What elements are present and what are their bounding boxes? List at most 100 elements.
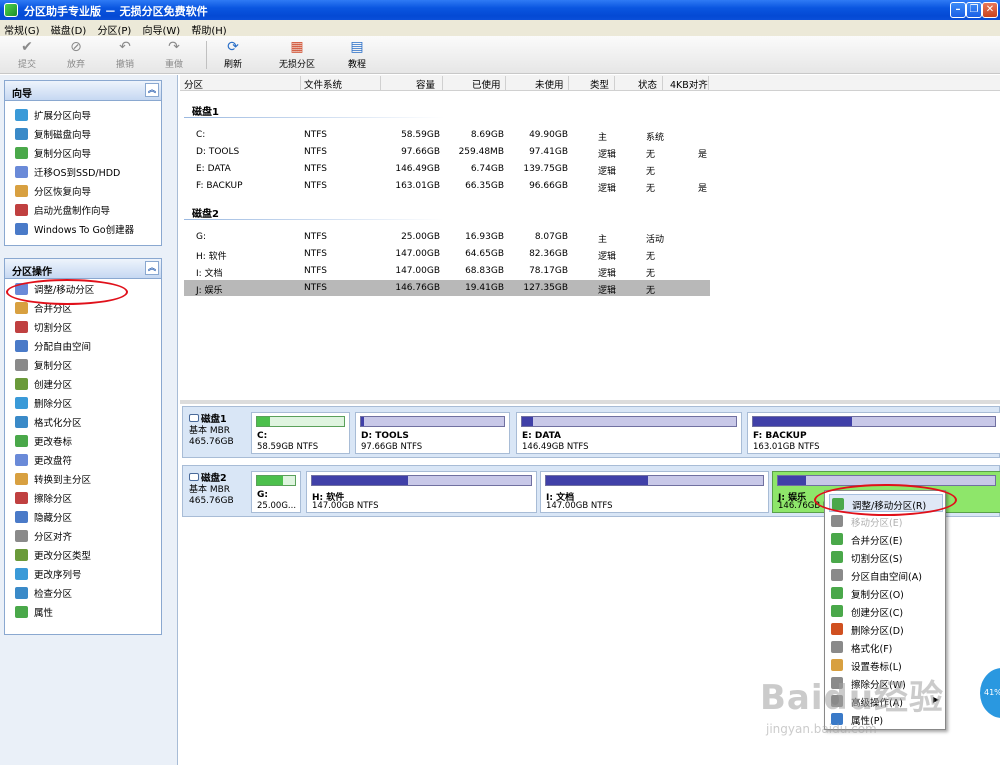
operation-item[interactable]: 擦除分区 — [5, 488, 161, 507]
undo-button[interactable]: ↶ 撤销 — [104, 39, 146, 71]
minimize-button[interactable]: – — [950, 2, 966, 18]
commit-button[interactable]: ✔ 提交 — [6, 39, 48, 71]
wizard-item[interactable]: 分区恢复向导 — [5, 181, 161, 200]
menu-disk[interactable]: 磁盘(D) — [47, 20, 91, 37]
column-header[interactable]: 未使用 — [535, 77, 564, 91]
operation-item[interactable]: 隐藏分区 — [5, 507, 161, 526]
context-menu-item-label: 删除分区(D) — [851, 626, 904, 637]
tutorial-button[interactable]: ▤ 教程 — [336, 39, 378, 71]
partition-block[interactable]: H: 软件 147.00GB NTFS — [306, 471, 537, 513]
partition-block[interactable]: I: 文档 147.00GB NTFS — [540, 471, 769, 513]
redo-icon: ↷ — [168, 39, 180, 55]
book-icon: ▤ — [350, 39, 364, 55]
partition-block[interactable]: F: BACKUP 163.01GB NTFS — [747, 412, 1000, 454]
table-row[interactable]: J: 娱乐 NTFS 146.76GB 19.41GB 127.35GB 逻辑 无 — [184, 280, 710, 296]
table-row[interactable]: C: NTFS 58.59GB 8.69GB 49.90GB 主 系统 — [184, 127, 710, 143]
table-cell: G: — [196, 232, 207, 242]
partition-table: 分区 文件系统 容量 已使用 未使用 类型 状态 4KB对齐 磁盘1 C: NTFS… — [180, 75, 1000, 400]
context-menu-item[interactable]: 合并分区(E) — [829, 530, 943, 548]
wizard-item-label: 分区恢复向导 — [34, 187, 92, 198]
table-cell: E: DATA — [196, 164, 231, 174]
table-cell: 无 — [646, 286, 656, 296]
table-row[interactable]: E: DATA NTFS 146.49GB 6.74GB 139.75GB 逻辑 无 — [184, 161, 710, 177]
operation-item[interactable]: 更改序列号 — [5, 564, 161, 583]
table-cell: NTFS — [304, 266, 327, 276]
operation-item[interactable]: 删除分区 — [5, 393, 161, 412]
disk-map-row[interactable]: 磁盘1 基本 MBR 465.76GB C: 58.59GB NTFS D: TOOLS 9… — [182, 406, 1000, 458]
operation-item[interactable]: 转换到主分区 — [5, 469, 161, 488]
refresh-button[interactable]: ⟳ 刷新 — [212, 39, 254, 71]
menu-help[interactable]: 帮助(H) — [187, 20, 230, 37]
table-row[interactable]: I: 文档 NTFS 147.00GB 68.83GB 78.17GB 逻辑 无 — [184, 263, 710, 279]
operation-item[interactable]: 更改卷标 — [5, 431, 161, 450]
column-header[interactable]: 文件系统 — [304, 77, 342, 91]
table-cell: 逻辑 — [598, 167, 617, 177]
table-cell: 8.69GB — [470, 130, 504, 140]
partition-block[interactable]: D: TOOLS 97.66GB NTFS — [355, 412, 510, 454]
table-cell: 147.00GB — [395, 249, 440, 259]
table-cell: 58.59GB — [401, 130, 440, 140]
wizard-panel-header: 向导 ︽ — [5, 81, 161, 101]
context-menu-item[interactable]: 格式化(F) — [829, 638, 943, 656]
operation-item[interactable]: 更改盘符 — [5, 450, 161, 469]
context-menu-item[interactable]: 创建分区(C) — [829, 602, 943, 620]
operation-item[interactable]: 属性 — [5, 602, 161, 621]
wizard-item[interactable]: 复制磁盘向导 — [5, 124, 161, 143]
menu-wizard[interactable]: 向导(W) — [138, 20, 184, 37]
wizard-item[interactable]: 扩展分区向导 — [5, 105, 161, 124]
wizard-item-label: 复制分区向导 — [34, 149, 92, 160]
operation-item[interactable]: 更改分区类型 — [5, 545, 161, 564]
table-cell: 主 — [598, 133, 608, 143]
context-menu-item[interactable]: 复制分区(O) — [829, 584, 943, 602]
table-row[interactable]: G: NTFS 25.00GB 16.93GB 8.07GB 主 活动 — [184, 229, 710, 245]
operation-item[interactable]: 切割分区 — [5, 317, 161, 336]
maximize-button[interactable]: ❐ — [966, 2, 982, 18]
table-cell: H: 软件 — [196, 252, 227, 262]
redo-button[interactable]: ↷ 重做 — [153, 39, 195, 71]
collapse-icon[interactable]: ︽ — [145, 261, 159, 275]
context-menu-item[interactable]: 切割分区(S) — [829, 548, 943, 566]
discard-button[interactable]: ⊘ 放弃 — [55, 39, 97, 71]
wizard-item[interactable]: 复制分区向导 — [5, 143, 161, 162]
disk-info: 磁盘2 基本 MBR 465.76GB — [189, 473, 234, 507]
lossless-partition-button[interactable]: ▦ 无损分区 — [272, 39, 322, 71]
column-header[interactable]: 类型 — [590, 77, 609, 91]
table-row[interactable]: F: BACKUP NTFS 163.01GB 66.35GB 96.66GB 逻辑 无 是 — [184, 178, 710, 194]
operation-item[interactable]: 创建分区 — [5, 374, 161, 393]
operation-item[interactable]: 复制分区 — [5, 355, 161, 374]
column-header[interactable]: 状态 — [638, 77, 657, 91]
column-header[interactable]: 已使用 — [472, 77, 501, 91]
menu-partition[interactable]: 分区(P) — [93, 20, 135, 37]
operation-item-icon — [15, 359, 28, 371]
partition-block[interactable]: G: 25.00G... — [251, 471, 301, 513]
column-header[interactable]: 4KB对齐 — [670, 77, 708, 91]
partition-block[interactable]: C: 58.59GB NTFS — [251, 412, 350, 454]
operation-item[interactable]: 分区对齐 — [5, 526, 161, 545]
wizard-item[interactable]: 启动光盘制作向导 — [5, 200, 161, 219]
operation-item[interactable]: 检查分区 — [5, 583, 161, 602]
column-header[interactable]: 分区 — [184, 77, 203, 91]
operation-item-label: 更改序列号 — [34, 570, 82, 581]
operation-item-icon — [15, 416, 28, 428]
wizard-item[interactable]: Windows To Go创建器 — [5, 219, 161, 238]
column-header[interactable]: 容量 — [416, 77, 435, 91]
disk-info: 磁盘1 基本 MBR 465.76GB — [189, 414, 234, 448]
operation-item-icon — [15, 530, 28, 542]
highlight-ellipse — [814, 484, 957, 516]
partition-block[interactable]: E: DATA 146.49GB NTFS — [516, 412, 742, 454]
wizard-item[interactable]: 迁移OS到SSD/HDD — [5, 162, 161, 181]
operation-item[interactable]: 格式化分区 — [5, 412, 161, 431]
wizard-item-icon — [15, 166, 28, 178]
operation-item[interactable]: 分配自由空间 — [5, 336, 161, 355]
close-button[interactable]: ✕ — [982, 2, 998, 18]
context-menu-item[interactable]: 删除分区(D) — [829, 620, 943, 638]
table-cell: 是 — [698, 150, 708, 160]
context-menu-item[interactable]: 分区自由空间(A) — [829, 566, 943, 584]
table-row[interactable]: D: TOOLS NTFS 97.66GB 259.48MB 97.41GB 逻辑 无 是 — [184, 144, 710, 160]
table-row[interactable]: H: 软件 NTFS 147.00GB 64.65GB 82.36GB 逻辑 无 — [184, 246, 710, 262]
disk-group-divider — [184, 219, 444, 220]
menu-general[interactable]: 常规(G) — [0, 20, 44, 37]
disk-group-divider — [184, 117, 444, 118]
app-icon — [4, 3, 18, 17]
collapse-icon[interactable]: ︽ — [145, 83, 159, 97]
